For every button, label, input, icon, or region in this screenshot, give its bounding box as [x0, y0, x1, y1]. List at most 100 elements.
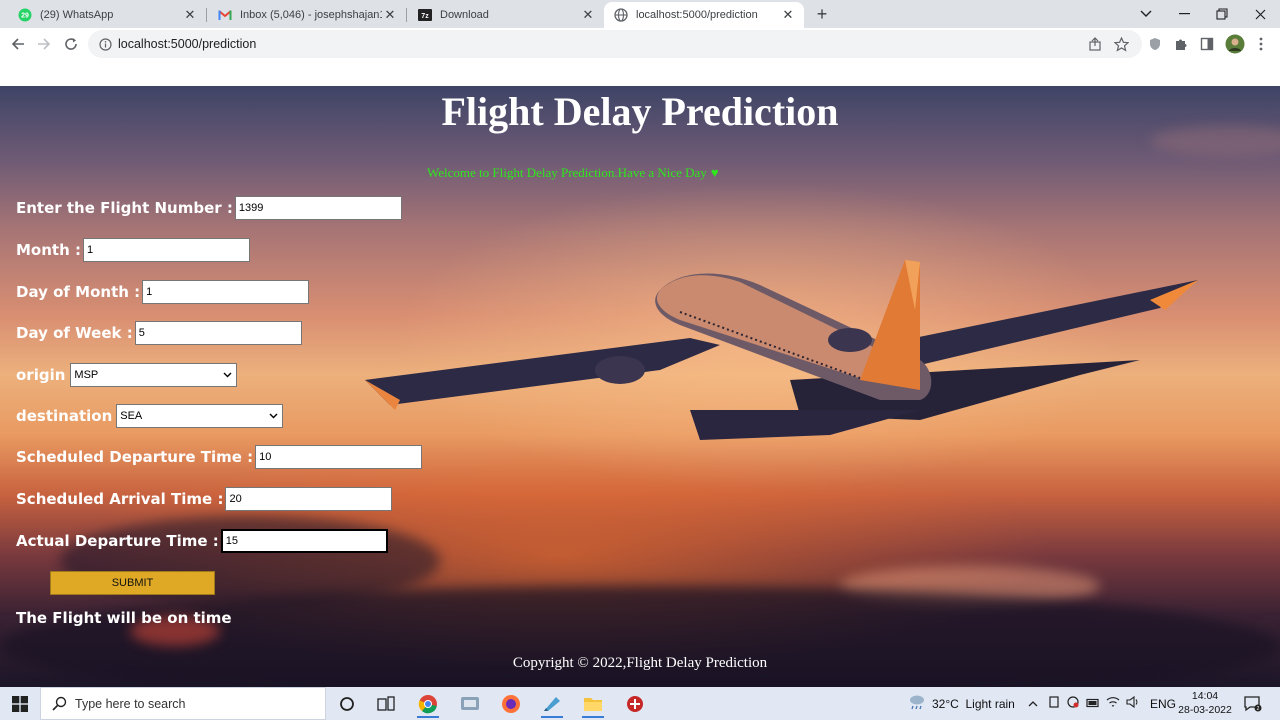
new-tab-button[interactable]: + — [812, 4, 832, 24]
side-panel-icon[interactable] — [1197, 34, 1217, 54]
chevron-down-icon — [269, 410, 278, 422]
origin-select[interactable]: MSP — [70, 363, 238, 387]
tab-whatsapp[interactable]: 29 (29) WhatsApp ✕ — [8, 2, 206, 28]
flight-number-label: Enter the Flight Number : — [16, 199, 233, 217]
bookmark-star-icon[interactable] — [1111, 34, 1131, 54]
globe-icon — [614, 8, 628, 22]
flight-number-row: Enter the Flight Number : — [16, 196, 402, 220]
share-icon[interactable] — [1085, 34, 1105, 54]
destination-selected-value: SEA — [120, 410, 143, 422]
tab-gmail[interactable]: Inbox (5,046) - josephshajan111 ✕ — [208, 2, 406, 28]
url-text: localhost:5000/prediction — [118, 37, 257, 51]
close-tab-icon[interactable]: ✕ — [580, 7, 596, 23]
origin-row: origin MSP — [16, 363, 238, 387]
tab-title: localhost:5000/prediction — [636, 9, 758, 21]
close-tab-icon[interactable]: ✕ — [182, 7, 198, 23]
prediction-result: The Flight will be on time — [16, 609, 232, 627]
task-view-icon[interactable] — [369, 689, 403, 718]
scheduled-arrival-input[interactable] — [225, 487, 393, 511]
taskbar-search-box[interactable]: Type here to search — [40, 687, 326, 720]
destination-row: destination SEA — [16, 404, 284, 428]
svg-text:2: 2 — [1257, 706, 1260, 712]
destination-select[interactable]: SEA — [116, 404, 284, 428]
origin-selected-value: MSP — [74, 369, 99, 381]
security-icon[interactable] — [1066, 696, 1080, 711]
day-of-week-input[interactable] — [134, 321, 302, 345]
show-hidden-icons-chevron[interactable] — [1028, 687, 1038, 720]
close-tab-icon[interactable]: ✕ — [780, 7, 796, 23]
tab-download[interactable]: 7z Download ✕ — [408, 2, 604, 28]
firefox-taskbar-icon[interactable] — [494, 689, 528, 718]
clock-time: 14:04 — [1191, 690, 1219, 702]
footer-copyright: Copyright © 2022,Flight Delay Prediction — [512, 655, 768, 671]
menu-kebab-icon[interactable] — [1251, 34, 1271, 54]
actual-departure-input[interactable] — [220, 529, 388, 553]
battery-icon[interactable] — [1086, 697, 1100, 711]
weather-widget[interactable]: 32°C Light rain — [908, 687, 1015, 720]
forward-button[interactable] — [32, 32, 56, 56]
wifi-icon[interactable] — [1106, 696, 1120, 711]
scheduled-departure-input[interactable] — [255, 445, 423, 469]
taskbar-clock[interactable]: 14:04 28-03-2022 — [1172, 689, 1238, 717]
actual-departure-row: Actual Departure Time : — [16, 529, 388, 553]
browser-toolbar: localhost:5000/prediction — [0, 28, 1280, 60]
gmail-icon — [218, 8, 232, 22]
search-icon — [51, 696, 67, 712]
site-info-icon[interactable] — [98, 37, 112, 51]
app-taskbar-icon[interactable] — [453, 689, 487, 718]
month-label: Month : — [16, 241, 81, 259]
scheduled-arrival-label: Scheduled Arrival Time : — [16, 490, 224, 508]
scheduled-arrival-row: Scheduled Arrival Time : — [16, 487, 393, 511]
extension-shield-icon[interactable] — [1145, 34, 1165, 54]
scheduled-departure-row: Scheduled Departure Time : — [16, 445, 423, 469]
minimize-button[interactable] — [1165, 0, 1203, 28]
page-viewport: Flight Delay Prediction Welcome to Fligh… — [0, 60, 1280, 687]
tray-icons[interactable] — [1048, 687, 1140, 720]
restore-button[interactable] — [1203, 0, 1241, 28]
notification-center-icon[interactable]: 2 — [1244, 687, 1262, 720]
weather-text: 32°C Light rain — [932, 696, 1015, 711]
day-of-week-label: Day of Week : — [16, 324, 133, 342]
tab-title: Inbox (5,046) - josephshajan111 — [240, 9, 382, 21]
extensions-puzzle-icon[interactable] — [1171, 34, 1191, 54]
welcome-text: Welcome to Flight Delay Prediction.Have … — [427, 165, 707, 180]
tab-prediction[interactable]: localhost:5000/prediction ✕ — [604, 2, 804, 28]
back-button[interactable] — [6, 32, 30, 56]
download-site-icon: 7z — [418, 8, 432, 22]
day-of-month-input[interactable] — [142, 280, 310, 304]
flight-number-input[interactable] — [234, 196, 402, 220]
actual-departure-label: Actual Departure Time : — [16, 532, 219, 550]
heart-icon: ♥ — [710, 165, 719, 180]
tab-title: (29) WhatsApp — [40, 9, 114, 21]
usb-icon[interactable] — [1048, 696, 1060, 711]
address-bar[interactable]: localhost:5000/prediction — [88, 30, 1142, 58]
clock-date: 28-03-2022 — [1178, 704, 1232, 716]
volume-icon[interactable] — [1126, 695, 1140, 711]
close-window-button[interactable] — [1241, 0, 1279, 28]
avatar[interactable] — [1225, 34, 1245, 54]
whatsapp-icon: 29 — [18, 8, 32, 22]
chevron-down-icon — [223, 369, 232, 381]
windows-start-button[interactable] — [0, 687, 40, 720]
day-of-month-label: Day of Month : — [16, 283, 141, 301]
reload-button[interactable] — [59, 32, 83, 56]
submit-button[interactable]: SUBMIT — [50, 571, 215, 595]
month-input[interactable] — [82, 238, 250, 262]
python-idle-taskbar-icon[interactable] — [535, 689, 569, 718]
origin-label: origin — [16, 366, 66, 384]
svg-text:29: 29 — [21, 13, 29, 20]
chrome-taskbar-icon[interactable] — [411, 689, 445, 718]
day-of-month-row: Day of Month : — [16, 280, 310, 304]
month-row: Month : — [16, 238, 250, 262]
cortana-icon[interactable] — [330, 689, 364, 718]
tab-search-chevron-icon[interactable] — [1127, 0, 1165, 28]
close-tab-icon[interactable]: ✕ — [382, 7, 398, 23]
windows-taskbar: Type here to search 32°C Light rain ENG … — [0, 687, 1280, 720]
svg-text:7z: 7z — [421, 13, 429, 20]
scheduled-departure-label: Scheduled Departure Time : — [16, 448, 254, 466]
tab-title: Download — [440, 9, 489, 21]
tab-strip: 29 (29) WhatsApp ✕ Inbox (5,046) - josep… — [0, 0, 1280, 28]
app-red-taskbar-icon[interactable] — [618, 689, 652, 718]
destination-label: destination — [16, 407, 113, 425]
file-explorer-taskbar-icon[interactable] — [576, 689, 610, 718]
